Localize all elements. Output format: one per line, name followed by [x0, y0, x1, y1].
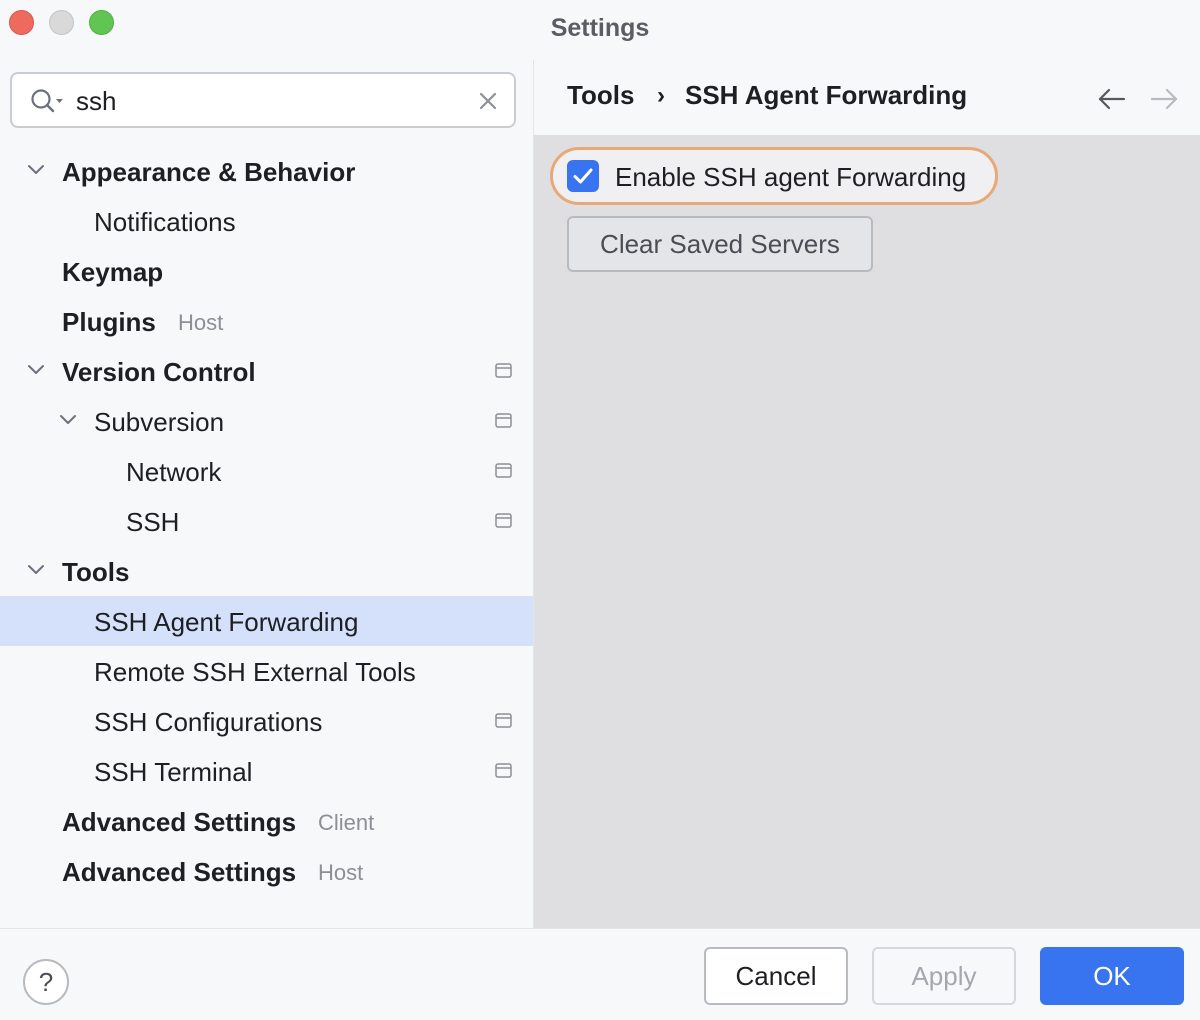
cancel-button[interactable]: Cancel [704, 947, 848, 1005]
tree-item[interactable]: Tools [0, 546, 533, 596]
tree-item[interactable]: SSH Terminal [0, 746, 533, 796]
tree-item[interactable]: SSH Configurations [0, 696, 533, 746]
tree-item-label: SSH Configurations [94, 707, 323, 737]
tree-item-hint: Host [178, 310, 224, 335]
search-icon[interactable] [30, 88, 64, 116]
ok-button[interactable]: OK [1040, 947, 1184, 1005]
project-level-icon [495, 513, 512, 528]
breadcrumb-parent[interactable]: Tools [567, 80, 634, 111]
tree-item-label: Plugins [62, 307, 156, 337]
tree-item-label: Keymap [62, 257, 164, 287]
breadcrumb: Tools › SSH Agent Forwarding [534, 60, 1200, 135]
checkbox-label[interactable]: Enable SSH agent Forwarding [615, 162, 966, 193]
tree-item[interactable]: Plugins Host [0, 296, 533, 346]
tree-item[interactable]: Keymap [0, 246, 533, 296]
search-box[interactable] [10, 72, 516, 128]
tree-item[interactable]: Remote SSH External Tools [0, 646, 533, 696]
project-level-icon [495, 413, 512, 428]
tree-item-label: Tools [62, 557, 130, 587]
tree-item-label: Remote SSH External Tools [94, 657, 416, 687]
dialog-footer: ? Cancel Apply OK [0, 928, 1200, 1020]
tree-item-label: Notifications [94, 207, 236, 237]
tree-item-label: SSH [126, 507, 180, 537]
tree-item[interactable]: Version Control [0, 346, 533, 396]
clear-saved-servers-button[interactable]: Clear Saved Servers [567, 216, 873, 272]
tree-item-label: SSH Terminal [94, 757, 253, 787]
tree-item[interactable]: Appearance & Behavior [0, 146, 533, 196]
tree-item[interactable]: SSH [0, 496, 533, 546]
tree-item[interactable]: Advanced Settings Client [0, 796, 533, 846]
forward-arrow-icon[interactable] [1149, 88, 1179, 110]
tree-item-hint: Client [318, 810, 375, 835]
checkbox-checked-icon[interactable] [567, 160, 599, 192]
chevron-down-icon[interactable] [59, 413, 77, 427]
help-button[interactable]: ? [23, 959, 69, 1005]
tree-item-label: Network [126, 457, 222, 487]
search-input[interactable] [76, 83, 456, 119]
apply-button[interactable]: Apply [872, 947, 1016, 1005]
chevron-down-icon[interactable] [27, 363, 45, 377]
breadcrumb-separator: › [657, 82, 665, 109]
project-level-icon [495, 463, 512, 478]
settings-content: Enable SSH agent Forwarding Clear Saved … [534, 135, 1200, 928]
project-level-icon [495, 763, 512, 778]
tree-item[interactable]: Network [0, 446, 533, 496]
window-title: Settings [550, 14, 650, 42]
tree-item[interactable]: Advanced Settings Host [0, 846, 533, 896]
chevron-down-icon[interactable] [27, 163, 45, 177]
back-arrow-icon[interactable] [1097, 88, 1127, 110]
settings-main-panel: Tools › SSH Agent Forwarding Enable SSH … [533, 60, 1200, 928]
breadcrumb-current: SSH Agent Forwarding [685, 80, 968, 110]
project-level-icon [495, 363, 512, 378]
chevron-down-icon[interactable] [27, 563, 45, 577]
tree-item[interactable]: SSH Agent Forwarding [0, 596, 533, 646]
settings-sidebar: Appearance & Behavior Notifications Keymap… [0, 60, 533, 928]
tree-item-label: Advanced Settings [62, 807, 297, 837]
tree-item[interactable]: Subversion [0, 396, 533, 446]
project-level-icon [495, 713, 512, 728]
title-bar: Settings [0, 0, 1200, 60]
tree-item[interactable]: Notifications [0, 196, 533, 246]
settings-tree: Appearance & Behavior Notifications Keymap… [0, 146, 533, 896]
tree-item-label: Appearance & Behavior [62, 157, 356, 187]
enable-ssh-agent-forwarding-checkbox[interactable]: Enable SSH agent Forwarding [550, 147, 998, 205]
tree-item-label: Advanced Settings [62, 857, 297, 887]
tree-item-hint: Host [318, 860, 364, 885]
tree-item-label: SSH Agent Forwarding [94, 607, 359, 637]
tree-item-label: Version Control [62, 357, 256, 387]
clear-search-icon[interactable] [478, 91, 498, 111]
tree-item-label: Subversion [94, 407, 225, 437]
